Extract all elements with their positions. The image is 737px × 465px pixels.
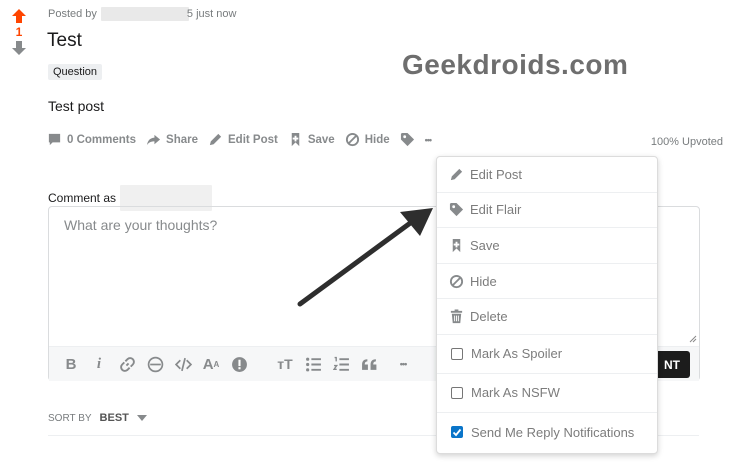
bold-button[interactable]: B xyxy=(59,352,83,376)
upvote-percentage: 100% Upvoted xyxy=(650,136,723,148)
reply-notifications-checkbox[interactable] xyxy=(451,426,463,439)
superscript-button[interactable]: AA xyxy=(199,352,223,376)
pencil-icon xyxy=(209,133,222,146)
hide-icon xyxy=(449,274,464,288)
vote-column: 1 xyxy=(10,8,28,56)
sort-label: SORT BY xyxy=(48,412,92,424)
vote-count: 1 xyxy=(15,25,23,39)
spoiler-icon xyxy=(231,356,247,372)
menu-item-label: Edit Post xyxy=(470,166,523,182)
strikethrough-button[interactable] xyxy=(143,352,167,376)
tag-icon xyxy=(400,132,414,147)
menu-item-label: Send Me Reply Notifications xyxy=(471,424,635,440)
sort-selector[interactable]: SORT BY BEST xyxy=(48,412,147,424)
resize-handle-icon[interactable] xyxy=(689,335,697,343)
more-icon: ••• xyxy=(424,134,433,145)
post-timestamp: 5 just now xyxy=(186,8,237,20)
menu-item-save[interactable]: Save xyxy=(437,228,657,264)
comments-button[interactable]: 0 Comments xyxy=(47,132,136,147)
downvote-icon[interactable] xyxy=(11,40,27,56)
menu-item-edit-post[interactable]: Edit Post xyxy=(437,157,657,193)
flair-button[interactable] xyxy=(400,132,415,147)
italic-button[interactable]: i xyxy=(87,352,111,376)
post-meta: Posted by 5 just now xyxy=(48,7,236,21)
menu-item-hide[interactable]: Hide xyxy=(437,264,657,300)
bulleted-list-button[interactable] xyxy=(301,352,325,376)
link-icon xyxy=(119,356,135,372)
menu-item-label: Save xyxy=(470,237,500,253)
menu-item-label: Mark As NSFW xyxy=(471,385,560,401)
heading-button[interactable]: тТ xyxy=(273,352,297,376)
share-label: Share xyxy=(166,133,198,146)
quote-button[interactable] xyxy=(357,352,381,376)
comments-label: 0 Comments xyxy=(67,133,137,146)
share-button[interactable]: Share xyxy=(146,132,198,147)
hide-button[interactable]: Hide xyxy=(345,132,390,147)
chevron-down-icon xyxy=(136,415,147,421)
nsfw-checkbox[interactable] xyxy=(451,386,463,399)
menu-item-reply-notifications[interactable]: Send Me Reply Notifications xyxy=(437,413,657,452)
menu-item-mark-spoiler[interactable]: Mark As Spoiler xyxy=(437,335,657,374)
bookmark-icon xyxy=(291,132,300,147)
menu-item-mark-nsfw[interactable]: Mark As NSFW xyxy=(437,374,657,413)
edit-post-label: Edit Post xyxy=(228,133,278,146)
spoiler-button[interactable] xyxy=(227,352,251,376)
bookmark-icon xyxy=(452,238,461,253)
pencil-icon xyxy=(450,168,463,180)
upvote-icon[interactable] xyxy=(11,8,27,24)
more-options-menu: Edit Post Edit Flair Save Hide Delete Ma… xyxy=(436,156,658,454)
code-button[interactable] xyxy=(171,352,195,376)
share-icon xyxy=(146,134,161,146)
menu-item-edit-flair[interactable]: Edit Flair xyxy=(437,193,657,229)
posted-by-label: Posted by xyxy=(48,8,97,20)
strikethrough-icon xyxy=(147,356,163,372)
comment-as-label: Comment as xyxy=(48,191,117,205)
post-title: Test xyxy=(47,30,82,51)
menu-item-label: Delete xyxy=(470,309,508,325)
save-button[interactable]: Save xyxy=(288,132,335,147)
tag-icon xyxy=(449,203,464,217)
trash-icon xyxy=(450,309,463,324)
comment-icon xyxy=(48,133,61,146)
watermark: Geekdroids.com xyxy=(402,49,629,80)
post-flair: Question xyxy=(48,64,103,80)
save-label: Save xyxy=(307,133,335,146)
numbered-list-icon xyxy=(332,356,349,371)
code-icon xyxy=(174,357,192,371)
checkmark-icon xyxy=(452,428,462,437)
menu-item-delete[interactable]: Delete xyxy=(437,299,657,335)
sort-value: BEST xyxy=(99,412,129,424)
menu-item-label: Hide xyxy=(470,273,497,289)
post-body: Test post xyxy=(48,98,105,114)
more-formatting-button[interactable]: ••• xyxy=(391,352,415,376)
redacted-username xyxy=(100,7,189,21)
menu-item-label: Mark As Spoiler xyxy=(471,346,563,362)
edit-post-button[interactable]: Edit Post xyxy=(208,132,278,147)
post-actions: 0 Comments Share Edit Post Save Hide ••• xyxy=(47,132,441,147)
numbered-list-button[interactable] xyxy=(329,352,353,376)
spoiler-checkbox[interactable] xyxy=(451,347,463,360)
more-options-button[interactable]: ••• xyxy=(424,134,433,145)
superscript-label: A xyxy=(202,355,214,373)
bulleted-list-icon xyxy=(305,357,321,371)
menu-item-label: Edit Flair xyxy=(470,202,522,218)
hide-icon xyxy=(345,132,359,147)
quote-icon xyxy=(361,358,376,370)
hide-label: Hide xyxy=(364,133,390,146)
link-button[interactable] xyxy=(115,352,139,376)
